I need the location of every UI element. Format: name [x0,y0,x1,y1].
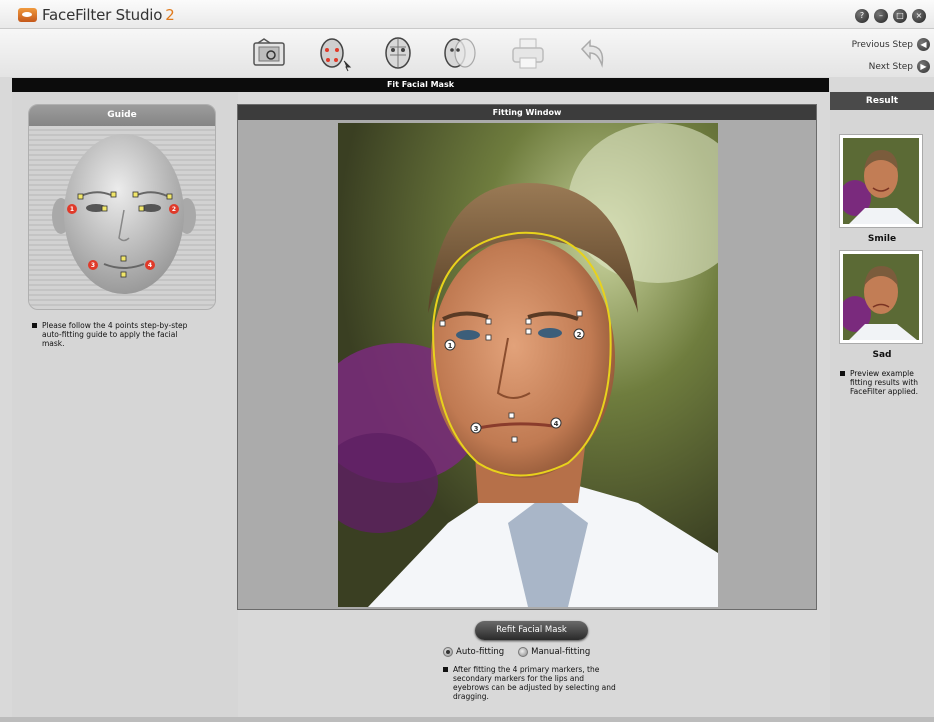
close-icon[interactable]: × [912,9,926,23]
next-step-label: Next Step [868,61,913,72]
manual-fitting-label: Manual-fitting [531,647,591,657]
fitting-note: After fitting the 4 primary markers, the… [443,665,618,701]
app-logo-icon [18,8,37,22]
guide-marker-3: 3 [91,262,95,269]
status-strip [0,717,934,722]
guide-face-diagram: 1 2 3 4 [52,134,196,294]
sad-label: Sad [872,350,892,360]
app-title-text: FaceFilter Studio [42,6,163,24]
fit-facial-mask-icon[interactable] [314,33,354,73]
section-title: Fit Facial Mask [12,78,829,92]
fitting-mode-group: Auto-fitting Manual-fitting [443,647,590,657]
sad-preview[interactable] [839,250,923,344]
fit-marker-1: 1 [448,342,453,350]
previous-step-label: Previous Step [851,39,913,50]
next-step-button[interactable]: Next Step ▶ [869,60,930,73]
guide-face-area: 1 2 3 4 [29,126,215,309]
smile-preview-image [839,138,919,224]
compare-faces-icon[interactable] [440,33,480,73]
guide-title: Guide [29,105,215,126]
step-toolbar: Previous Step ◀ Next Step ▶ [0,29,934,77]
fitting-window: Fitting Window 1 2 3 4 [237,104,817,610]
fitting-window-title: Fitting Window [238,105,816,120]
sad-preview-image [839,254,919,340]
face-photo[interactable]: 1 2 3 4 [338,123,718,607]
smile-label: Smile [867,234,897,244]
radio-selected-icon [443,647,453,657]
bullet-icon [32,323,37,328]
auto-fitting-radio[interactable]: Auto-fitting [443,647,504,657]
title-bar: FaceFilter Studio 2 ? – □ × [0,0,934,29]
minimize-icon[interactable]: – [874,9,888,23]
guide-marker-4: 4 [148,262,152,269]
guide-instruction-text: Please follow the 4 points step-by-step … [42,321,188,348]
guide-panel: Guide 1 2 3 4 Please follow the 4 points… [12,92,238,717]
help-icon[interactable]: ? [855,9,869,23]
guide-marker-1: 1 [70,206,74,213]
fit-marker-3: 3 [474,425,479,433]
print-icon[interactable] [508,33,548,73]
result-title: Result [830,92,934,110]
result-panel: Result Smile Sad Preview example fitting… [830,92,934,722]
smile-preview[interactable] [839,134,923,228]
previous-step-button[interactable]: Previous Step ◀ [852,38,930,51]
bullet-icon [840,371,845,376]
result-note: Preview example fitting results with Fac… [840,369,934,396]
result-note-text: Preview example fitting results with Fac… [850,369,919,396]
fitting-note-text: After fitting the 4 primary markers, the… [453,665,616,701]
refit-facial-mask-button[interactable]: Refit Facial Mask [475,621,588,640]
auto-fitting-label: Auto-fitting [456,647,505,657]
guide-card: Guide 1 2 3 4 [28,104,216,310]
face-photo-canvas: 1 2 3 4 [338,123,718,607]
arrow-left-icon: ◀ [917,38,930,51]
bullet-icon [443,667,448,672]
window-controls: ? – □ × [855,9,926,23]
edit-face-icon[interactable] [378,33,418,73]
open-photo-icon[interactable] [250,33,290,73]
app-title: FaceFilter Studio 2 [42,6,175,24]
manual-fitting-radio[interactable]: Manual-fitting [518,647,590,657]
fit-marker-4: 4 [554,420,559,428]
arrow-right-icon: ▶ [917,60,930,73]
restore-icon[interactable]: □ [893,9,907,23]
undo-icon[interactable] [572,33,612,73]
guide-marker-2: 2 [172,206,176,213]
radio-unselected-icon [518,647,529,657]
fit-marker-2: 2 [577,331,582,339]
app-version: 2 [165,6,175,24]
guide-instruction: Please follow the 4 points step-by-step … [32,321,202,348]
